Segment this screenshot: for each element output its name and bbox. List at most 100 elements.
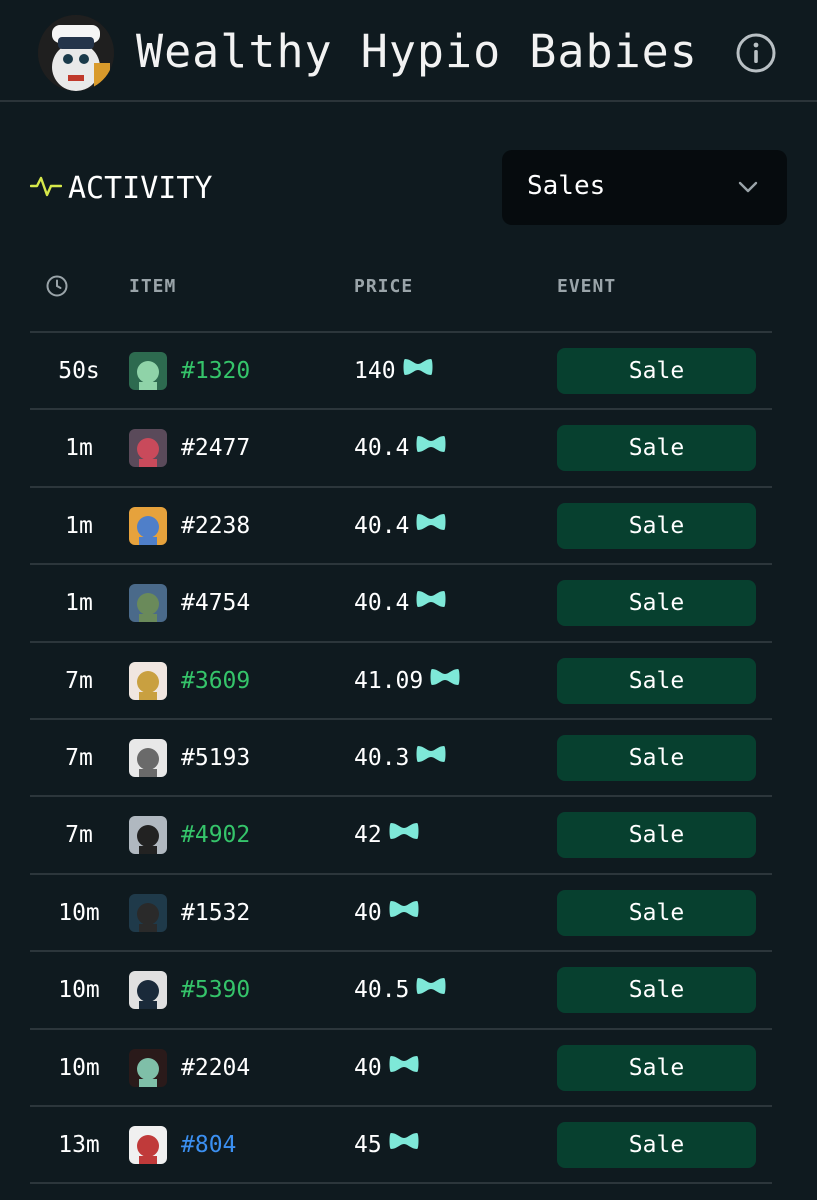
sale-event-badge[interactable]: Sale xyxy=(557,348,756,394)
item-thumbnail[interactable] xyxy=(129,816,167,855)
item-thumbnail[interactable] xyxy=(129,429,167,468)
collection-avatar-icon[interactable] xyxy=(38,15,114,91)
hype-token-icon xyxy=(409,433,447,463)
time-ago: 10m xyxy=(58,1054,100,1081)
price-cell: 40.5 xyxy=(354,975,447,1005)
hype-token-icon xyxy=(382,820,420,850)
sale-event-badge[interactable]: Sale xyxy=(557,1121,756,1168)
item-thumbnail[interactable] xyxy=(129,893,167,932)
table-row[interactable]: 10m #1532 40 Sale xyxy=(30,875,772,953)
item-link[interactable]: #5390 xyxy=(181,975,250,1005)
event-filter-dropdown[interactable]: Sales xyxy=(502,150,787,225)
sale-event-badge[interactable]: Sale xyxy=(557,1044,756,1091)
chevron-down-icon xyxy=(736,178,760,196)
price-cell: 41.09 xyxy=(354,666,461,696)
table-row[interactable]: 1m #2477 40.4 Sale xyxy=(30,410,772,488)
info-icon[interactable] xyxy=(735,32,777,74)
price-value: 40.4 xyxy=(354,512,410,539)
time-ago: 7m xyxy=(65,744,93,771)
item-link[interactable]: #5193 xyxy=(181,743,250,773)
hype-token-icon xyxy=(382,1053,420,1083)
price-cell: 42 xyxy=(354,820,420,850)
price-cell: 40.4 xyxy=(354,511,447,541)
item-thumbnail[interactable] xyxy=(129,971,167,1010)
activity-table: 50s #1320 140 Sale 1m #2477 40.4 Sale 1m #2238 40.… xyxy=(30,331,772,1185)
sale-event-badge[interactable]: Sale xyxy=(557,425,756,472)
table-row[interactable]: 7m #3609 41.09 Sale xyxy=(30,643,772,720)
table-header: ITEM PRICE EVENT xyxy=(30,268,772,332)
item-thumbnail[interactable] xyxy=(129,1048,167,1087)
time-ago: 50s xyxy=(58,358,100,384)
item-link[interactable]: #804 xyxy=(181,1130,236,1160)
price-value: 41.09 xyxy=(354,667,424,694)
item-thumbnail[interactable] xyxy=(129,738,167,777)
item-link[interactable]: #1320 xyxy=(181,356,250,386)
hype-token-icon xyxy=(409,975,447,1005)
activity-pulse-icon xyxy=(29,174,63,202)
sale-event-badge[interactable]: Sale xyxy=(557,580,756,627)
column-header-event[interactable]: EVENT xyxy=(557,276,616,297)
price-cell: 45 xyxy=(354,1130,420,1160)
price-value: 40.4 xyxy=(354,590,410,617)
hype-token-icon xyxy=(423,666,461,696)
item-link[interactable]: #2204 xyxy=(181,1053,250,1083)
activity-heading: ACTIVITY xyxy=(29,168,213,208)
table-row[interactable]: 1m #4754 40.4 Sale xyxy=(30,565,772,643)
table-row[interactable]: 13m #804 45 Sale xyxy=(30,1107,772,1185)
time-ago: 10m xyxy=(58,977,100,1004)
item-thumbnail[interactable] xyxy=(129,661,167,700)
item-thumbnail[interactable] xyxy=(129,352,167,390)
table-row[interactable]: 10m #2204 40 Sale xyxy=(30,1030,772,1107)
price-value: 40.5 xyxy=(354,977,410,1004)
collection-title: Wealthy Hypio Babies xyxy=(136,25,698,78)
item-thumbnail[interactable] xyxy=(129,506,167,545)
time-ago: 10m xyxy=(58,899,100,926)
clock-icon xyxy=(45,274,69,298)
table-row[interactable]: 7m #5193 40.3 Sale xyxy=(30,720,772,798)
hype-token-icon xyxy=(409,511,447,541)
price-cell: 40.3 xyxy=(354,743,447,773)
item-link[interactable]: #4754 xyxy=(181,588,250,618)
sale-event-badge[interactable]: Sale xyxy=(557,734,756,781)
table-row[interactable]: 10m #5390 40.5 Sale xyxy=(30,952,772,1030)
price-cell: 40.4 xyxy=(354,588,447,618)
sale-event-badge[interactable]: Sale xyxy=(557,502,756,549)
hype-token-icon xyxy=(382,898,420,928)
time-ago: 7m xyxy=(65,822,93,849)
hype-token-icon xyxy=(409,588,447,618)
hype-token-icon xyxy=(382,1130,420,1160)
item-link[interactable]: #3609 xyxy=(181,666,250,696)
time-ago: 1m xyxy=(65,590,93,617)
hype-token-icon xyxy=(409,743,447,773)
price-cell: 40 xyxy=(354,1053,420,1083)
sale-event-badge[interactable]: Sale xyxy=(557,889,756,936)
time-ago: 7m xyxy=(65,667,93,694)
item-link[interactable]: #4902 xyxy=(181,820,250,850)
event-filter-value: Sales xyxy=(527,171,606,201)
price-cell: 40.4 xyxy=(354,433,447,463)
sale-event-badge[interactable]: Sale xyxy=(557,657,756,704)
price-value: 42 xyxy=(354,822,382,849)
price-value: 140 xyxy=(354,358,396,384)
sale-event-badge[interactable]: Sale xyxy=(557,812,756,859)
item-link[interactable]: #2477 xyxy=(181,433,250,463)
item-thumbnail[interactable] xyxy=(129,584,167,623)
collection-header: Wealthy Hypio Babies xyxy=(0,0,817,102)
price-value: 40 xyxy=(354,1054,382,1081)
price-cell: 140 xyxy=(354,356,434,386)
column-header-price[interactable]: PRICE xyxy=(354,276,413,297)
activity-label: ACTIVITY xyxy=(68,170,213,206)
column-header-item[interactable]: ITEM xyxy=(129,276,176,297)
time-ago: 13m xyxy=(58,1131,100,1158)
item-link[interactable]: #1532 xyxy=(181,898,250,928)
table-row[interactable]: 50s #1320 140 Sale xyxy=(30,331,772,411)
item-thumbnail[interactable] xyxy=(129,1125,167,1164)
item-link[interactable]: #2238 xyxy=(181,511,250,541)
time-ago: 1m xyxy=(65,435,93,462)
price-value: 45 xyxy=(354,1131,382,1158)
price-value: 40.4 xyxy=(354,435,410,462)
table-row[interactable]: 1m #2238 40.4 Sale xyxy=(30,488,772,566)
time-ago: 1m xyxy=(65,512,93,539)
table-row[interactable]: 7m #4902 42 Sale xyxy=(30,797,772,875)
sale-event-badge[interactable]: Sale xyxy=(557,967,756,1014)
